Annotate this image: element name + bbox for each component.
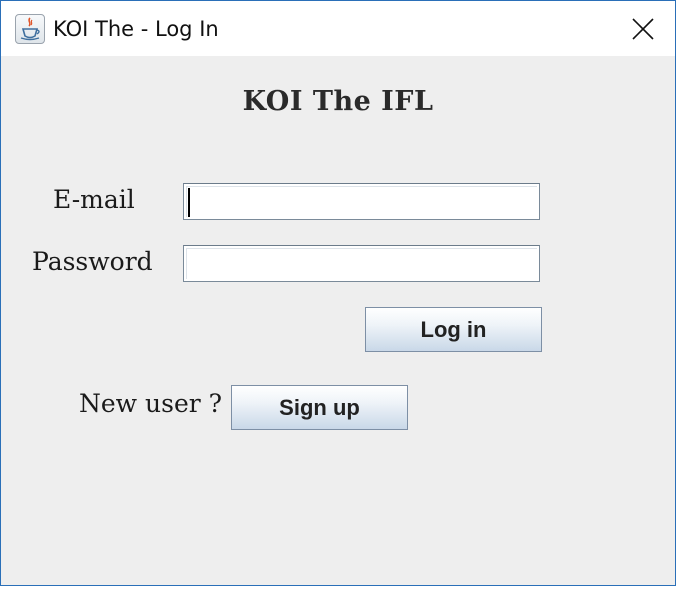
email-label: E-mail (53, 185, 135, 214)
window-title: KOI The - Log In (53, 17, 219, 41)
login-button[interactable]: Log in (365, 307, 542, 352)
signup-button[interactable]: Sign up (231, 385, 408, 430)
java-coffee-cup-icon (15, 14, 45, 44)
email-field[interactable] (183, 183, 540, 220)
close-button[interactable] (621, 9, 665, 49)
new-user-label: New user ? (79, 389, 223, 418)
title-bar[interactable]: KOI The - Log In (1, 1, 675, 56)
form-heading: KOI The IFL (242, 86, 434, 117)
password-field[interactable] (183, 245, 540, 282)
password-label: Password (32, 247, 153, 276)
close-icon (632, 18, 654, 40)
login-window: KOI The - Log In KOI The IFL E-mail Pass… (0, 0, 676, 586)
text-cursor (188, 188, 190, 217)
